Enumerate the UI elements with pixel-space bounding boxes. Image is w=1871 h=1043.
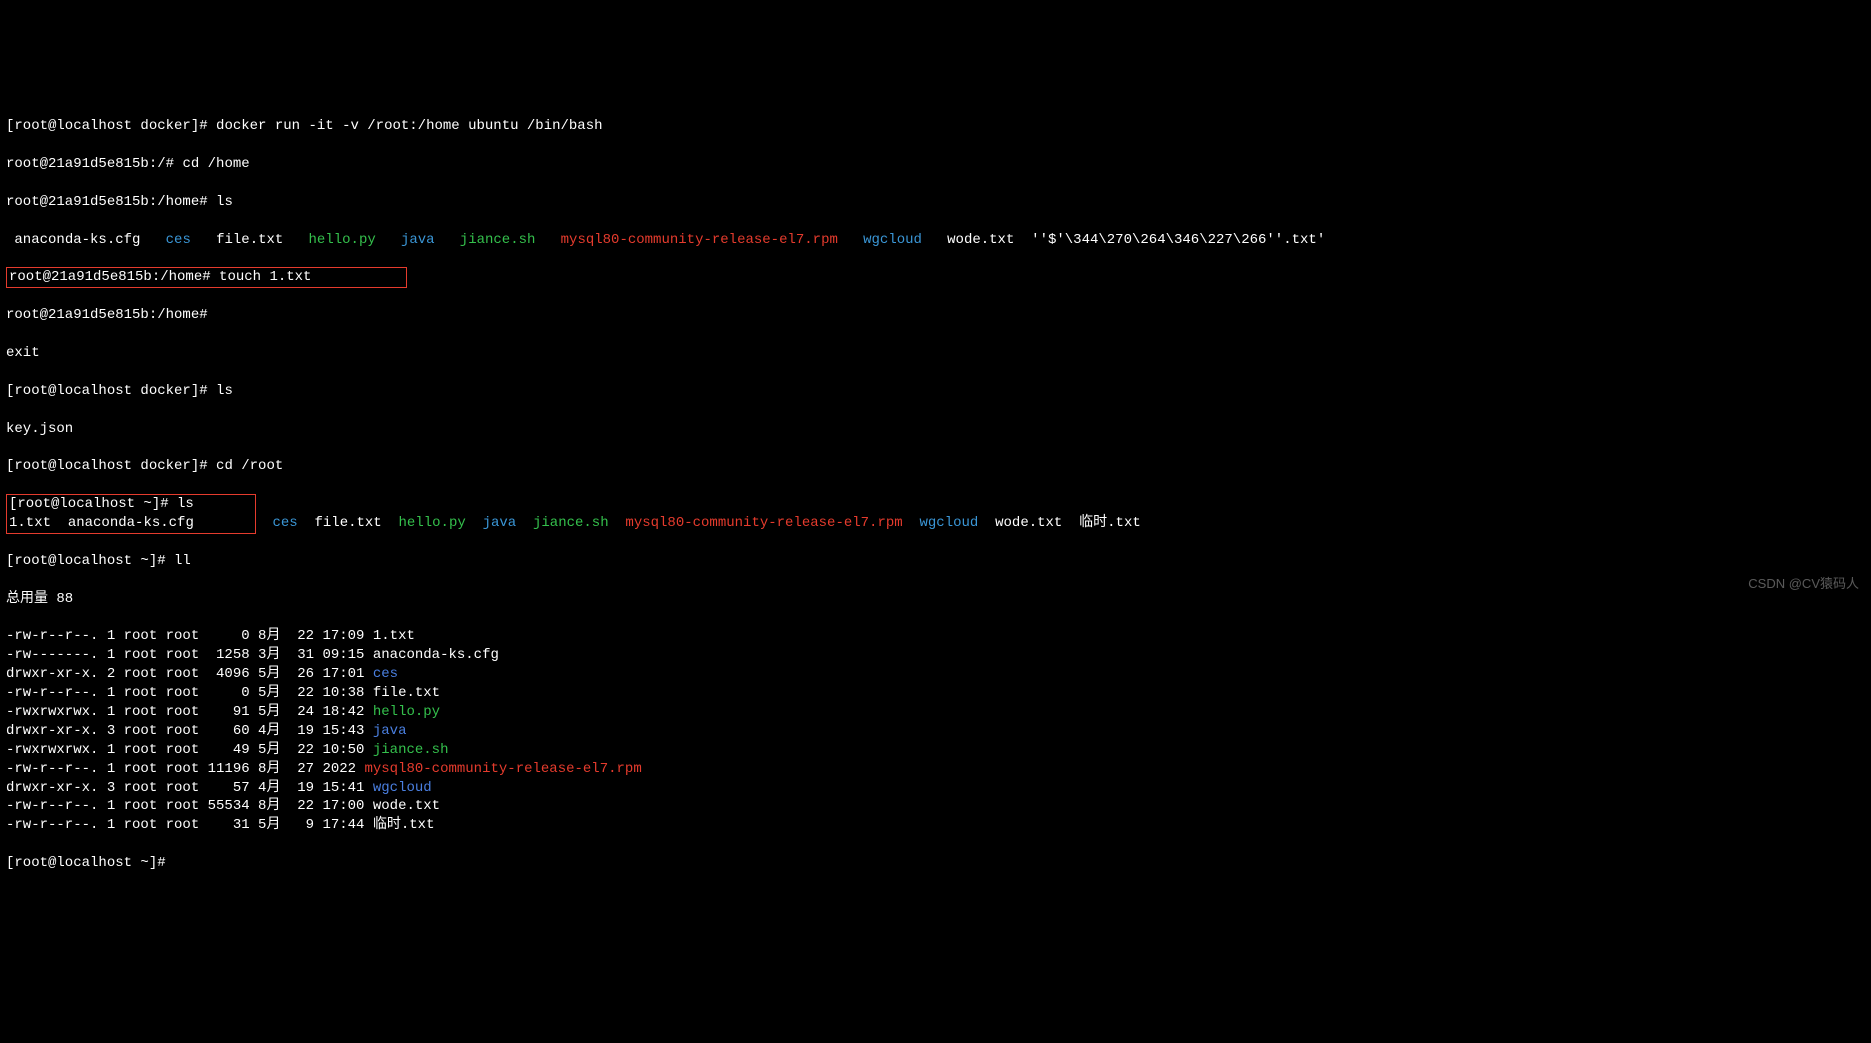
- shell-line: [root@localhost docker]# cd /root: [6, 457, 1865, 476]
- ll-row: -rw-r--r--. 1 root root 31 5月 9 17:44 临时…: [6, 816, 1865, 835]
- ll-row: -rw-------. 1 root root 1258 3月 31 09:15…: [6, 646, 1865, 665]
- ll-filename: wode.txt: [373, 798, 440, 814]
- ll-row: -rw-r--r--. 1 root root 55534 8月 22 17:0…: [6, 797, 1865, 816]
- highlight-box-1: root@21a91d5e815b:/home# touch 1.txt: [6, 267, 407, 288]
- ll-filename: wgcloud: [373, 780, 432, 796]
- ll-row: -rwxrwxrwx. 1 root root 91 5月 24 18:42 h…: [6, 703, 1865, 722]
- exe-entry: hello.py: [309, 232, 376, 248]
- highlighted-command: root@21a91d5e815b:/home# touch 1.txt: [6, 268, 1865, 287]
- ll-meta: -rwxrwxrwx. 1 root root 49 5月 22 10:50: [6, 742, 373, 758]
- highlight-box-2: [root@localhost ~]# ls 1.txt anaconda-ks…: [6, 494, 256, 534]
- shell-line: [root@localhost docker]# ls: [6, 382, 1865, 401]
- ll-filename: file.txt: [373, 685, 440, 701]
- dir-entry: wgcloud: [919, 515, 978, 531]
- shell-line: [root@localhost ~]# ll: [6, 552, 1865, 571]
- shell-line: root@21a91d5e815b:/home# ls: [6, 193, 1865, 212]
- dir-entry: java: [401, 232, 435, 248]
- ll-meta: -rwxrwxrwx. 1 root root 91 5月 24 18:42: [6, 704, 373, 720]
- dir-entry: java: [483, 515, 517, 531]
- dir-entry: wgcloud: [863, 232, 922, 248]
- ll-meta: -rw-r--r--. 1 root root 11196 8月 27 2022: [6, 761, 364, 777]
- terminal-output[interactable]: [root@localhost docker]# docker run -it …: [6, 80, 1865, 911]
- ll-row: -rwxrwxrwx. 1 root root 49 5月 22 10:50 j…: [6, 741, 1865, 760]
- ll-row: -rw-r--r--. 1 root root 0 5月 22 10:38 fi…: [6, 684, 1865, 703]
- ll-meta: -rw-------. 1 root root 1258 3月 31 09:15: [6, 647, 373, 663]
- rpm-entry: mysql80-community-release-el7.rpm: [561, 232, 838, 248]
- output-line: exit: [6, 344, 1865, 363]
- ll-filename: 1.txt: [373, 628, 415, 644]
- watermark: CSDN @CV猿码人: [1748, 575, 1859, 593]
- ll-meta: -rw-r--r--. 1 root root 55534 8月 22 17:0…: [6, 798, 373, 814]
- ll-row: -rw-r--r--. 1 root root 11196 8月 27 2022…: [6, 760, 1865, 779]
- ll-meta: -rw-r--r--. 1 root root 0 5月 22 10:38: [6, 685, 373, 701]
- exe-entry: jiance.sh: [533, 515, 609, 531]
- ll-meta: drwxr-xr-x. 2 root root 4096 5月 26 17:01: [6, 666, 373, 682]
- ll-filename: ces: [373, 666, 398, 682]
- ll-row: drwxr-xr-x. 3 root root 60 4月 19 15:43 j…: [6, 722, 1865, 741]
- shell-line: root@21a91d5e815b:/# cd /home: [6, 155, 1865, 174]
- shell-line: root@21a91d5e815b:/home#: [6, 306, 1865, 325]
- ll-row: drwxr-xr-x. 2 root root 4096 5月 26 17:01…: [6, 665, 1865, 684]
- rpm-entry: mysql80-community-release-el7.rpm: [625, 515, 902, 531]
- ll-meta: drwxr-xr-x. 3 root root 60 4月 19 15:43: [6, 723, 373, 739]
- ll-filename: 临时.txt: [373, 817, 435, 833]
- shell-prompt: [root@localhost ~]#: [6, 854, 1865, 873]
- output-line: 总用量 88: [6, 590, 1865, 609]
- ll-filename: jiance.sh: [373, 742, 449, 758]
- ll-filename: hello.py: [373, 704, 440, 720]
- ll-meta: -rw-r--r--. 1 root root 31 5月 9 17:44: [6, 817, 373, 833]
- ll-filename: mysql80-community-release-el7.rpm: [364, 761, 641, 777]
- ll-meta: drwxr-xr-x. 3 root root 57 4月 19 15:41: [6, 780, 373, 796]
- exe-entry: jiance.sh: [460, 232, 536, 248]
- ll-output: -rw-r--r--. 1 root root 0 8月 22 17:09 1.…: [6, 627, 1865, 835]
- ll-meta: -rw-r--r--. 1 root root 0 8月 22 17:09: [6, 628, 373, 644]
- dir-entry: ces: [272, 515, 297, 531]
- ls-output: anaconda-ks.cfg ces file.txt hello.py ja…: [6, 231, 1865, 250]
- highlighted-area: [root@localhost ~]# ls 1.txt anaconda-ks…: [6, 495, 1865, 533]
- ll-row: -rw-r--r--. 1 root root 0 8月 22 17:09 1.…: [6, 627, 1865, 646]
- dir-entry: ces: [166, 232, 191, 248]
- shell-line: [root@localhost docker]# docker run -it …: [6, 117, 1865, 136]
- ll-row: drwxr-xr-x. 3 root root 57 4月 19 15:41 w…: [6, 779, 1865, 798]
- exe-entry: hello.py: [399, 515, 466, 531]
- output-line: key.json: [6, 420, 1865, 439]
- ll-filename: java: [373, 723, 407, 739]
- ll-filename: anaconda-ks.cfg: [373, 647, 499, 663]
